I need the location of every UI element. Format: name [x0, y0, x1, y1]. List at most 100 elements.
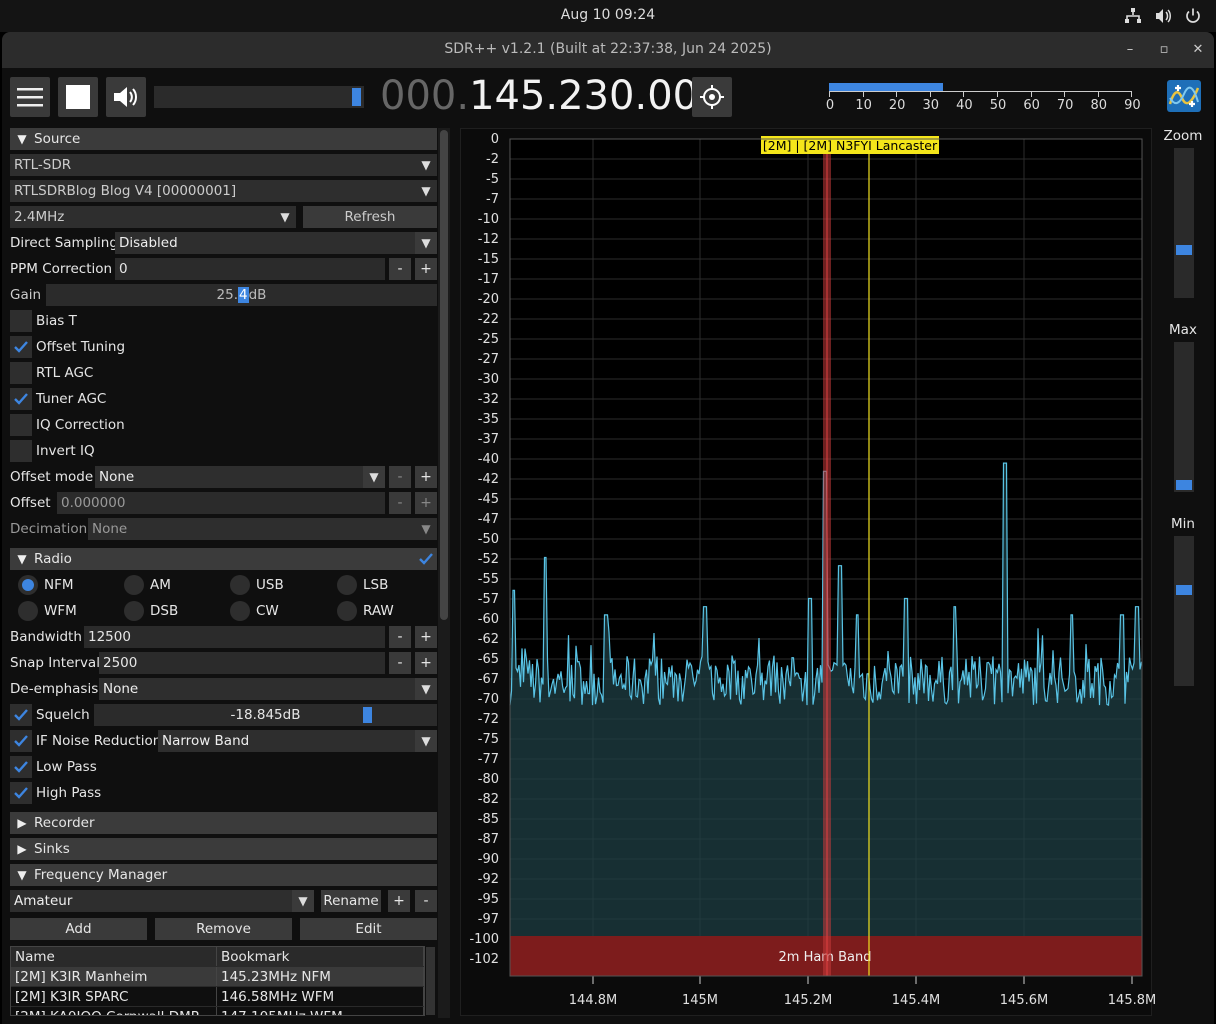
snr-meter-tick-label: 10 [855, 98, 872, 113]
recorder-header[interactable]: ▶ Recorder [10, 812, 437, 834]
snr-meter-tick-label: 50 [989, 98, 1007, 113]
mute-button[interactable] [106, 77, 146, 117]
bandwidth-decrement-button[interactable]: - [389, 626, 411, 648]
snap-interval-input[interactable]: 2500 [99, 652, 385, 674]
mode-radio-am[interactable] [124, 575, 144, 595]
remove-bookmark-button[interactable]: Remove [155, 918, 292, 940]
stop-button[interactable] [58, 77, 98, 117]
table-row[interactable]: [2M] K3IR Manheim 145.23MHz NFM [11, 967, 424, 987]
device-serial-combo[interactable]: RTLSDRBlog Blog V4 [00000001] ▼ [10, 180, 437, 202]
tuner-agc-checkbox[interactable] [10, 388, 32, 410]
minimize-button[interactable]: – [1121, 41, 1139, 59]
table-row[interactable]: [2M] KA0JQO Cornwall DMR147.105MHz WFM [11, 1007, 424, 1015]
column-header-name[interactable]: Name [11, 947, 217, 966]
squelch-checkbox[interactable] [10, 704, 32, 726]
y-axis-tick-label: -37 [478, 432, 499, 447]
gain-slider[interactable]: 25. 4 dB [46, 284, 437, 306]
mode-radio-cw[interactable] [230, 601, 250, 621]
ppm-input[interactable]: 0 [115, 258, 385, 280]
high-pass-checkbox[interactable] [10, 782, 32, 804]
bookmark-list-combo[interactable]: Amateur ▼ [10, 890, 314, 912]
source-device-combo[interactable]: RTL-SDR ▼ [10, 154, 437, 176]
offset-mode-decrement-button[interactable]: - [389, 466, 411, 488]
y-axis-tick-label: -50 [478, 532, 499, 547]
squelch-slider-knob[interactable] [363, 707, 372, 723]
squelch-slider[interactable]: -18.845dB [94, 704, 437, 726]
radio-header[interactable]: ▼ Radio [10, 548, 415, 570]
center-tuning-button[interactable] [692, 77, 732, 117]
zoom-slider-knob[interactable] [1176, 245, 1192, 255]
bias-t-checkbox[interactable] [10, 310, 32, 332]
y-axis-tick-label: -55 [478, 572, 499, 587]
low-pass-checkbox[interactable] [10, 756, 32, 778]
invert-iq-checkbox[interactable] [10, 440, 32, 462]
min-slider-knob[interactable] [1176, 585, 1192, 595]
mode-radio-dsb[interactable] [124, 601, 144, 621]
decimation-combo[interactable]: None ▼ [88, 518, 437, 540]
rename-list-button[interactable]: Rename [321, 890, 381, 912]
max-slider[interactable] [1174, 342, 1194, 492]
y-axis-tick-label: -85 [478, 812, 499, 827]
iq-correction-checkbox[interactable] [10, 414, 32, 436]
ppm-increment-button[interactable]: + [415, 258, 437, 280]
max-slider-knob[interactable] [1176, 480, 1192, 490]
if-noise-reduction-combo[interactable]: Narrow Band ▼ [158, 730, 437, 752]
network-icon[interactable] [1124, 7, 1142, 25]
snap-increment-button[interactable]: + [415, 652, 437, 674]
fft-spectrum-plot[interactable]: 0 -2 -5 -7 -10 -12 -15 -17 -20 -22 -25 -27 -30 -32 -35… [460, 128, 1160, 1020]
system-clock[interactable]: Aug 10 09:24 [0, 7, 1216, 23]
direct-sampling-combo[interactable]: Disabled ▼ [115, 232, 437, 254]
frequency-manager-header[interactable]: ▼ Frequency Manager [10, 864, 437, 886]
snap-decrement-button[interactable]: - [389, 652, 411, 674]
volume-slider-knob[interactable] [352, 88, 361, 106]
zoom-slider[interactable] [1174, 148, 1194, 298]
add-bookmark-button[interactable]: Add [10, 918, 147, 940]
bandwidth-input[interactable]: 12500 [84, 626, 385, 648]
offset-increment-button[interactable]: + [415, 492, 437, 514]
radio-enable-checkbox[interactable] [415, 548, 437, 570]
app-logo[interactable] [1167, 80, 1201, 112]
menu-button[interactable] [10, 77, 50, 117]
column-header-bookmark[interactable]: Bookmark [217, 947, 424, 966]
frequency-display[interactable]: 000.145.230.000 [380, 72, 724, 120]
edit-bookmark-button[interactable]: Edit [300, 918, 437, 940]
offset-decrement-button[interactable]: - [389, 492, 411, 514]
table-scrollbar[interactable] [426, 947, 435, 1015]
maximize-button[interactable]: ▫ [1155, 41, 1173, 59]
refresh-button[interactable]: Refresh [303, 206, 437, 228]
if-noise-reduction-checkbox[interactable] [10, 730, 32, 752]
y-axis-tick-label: -87 [478, 832, 499, 847]
rtl-agc-checkbox[interactable] [10, 362, 32, 384]
close-button[interactable]: ✕ [1189, 41, 1207, 59]
bookmark-label: [2M] | [2M] N3FYI Lancaster [763, 138, 938, 153]
x-axis-tick-label: 145.4M [892, 993, 940, 1008]
expand-triangle-icon: ▶ [17, 842, 27, 856]
sinks-header[interactable]: ▶ Sinks [10, 838, 437, 860]
bandwidth-increment-button[interactable]: + [415, 626, 437, 648]
mode-label-dsb: DSB [150, 603, 179, 619]
sample-rate-combo[interactable]: 2.4MHz ▼ [10, 206, 296, 228]
offset-mode-increment-button[interactable]: + [415, 466, 437, 488]
table-row[interactable]: [2M] K3IR SPARC 146.58MHz WFM [11, 987, 424, 1007]
mode-radio-lsb[interactable] [337, 575, 357, 595]
y-axis-tick-label: -80 [478, 772, 499, 787]
offset-mode-combo[interactable]: None ▼ [95, 466, 385, 488]
y-axis-tick-label: -97 [478, 912, 499, 927]
offset-tuning-checkbox[interactable] [10, 336, 32, 358]
gain-slider-knob[interactable]: 4 [238, 287, 249, 303]
add-list-button[interactable]: + [388, 890, 410, 912]
min-slider[interactable] [1174, 536, 1194, 686]
remove-list-button[interactable]: - [415, 890, 437, 912]
volume-slider[interactable] [154, 86, 364, 108]
source-header[interactable]: ▼ Source [10, 128, 437, 150]
mode-radio-raw[interactable] [337, 601, 357, 621]
ppm-decrement-button[interactable]: - [389, 258, 411, 280]
offset-input[interactable]: 0.000000 [57, 492, 385, 514]
power-icon[interactable] [1184, 7, 1202, 25]
mode-radio-wfm[interactable] [18, 601, 38, 621]
left-panel-scrollbar[interactable] [440, 130, 448, 620]
volume-icon[interactable] [1154, 7, 1172, 25]
deemphasis-combo[interactable]: None ▼ [99, 678, 437, 700]
mode-radio-usb[interactable] [230, 575, 250, 595]
mode-radio-nfm[interactable] [18, 575, 38, 595]
